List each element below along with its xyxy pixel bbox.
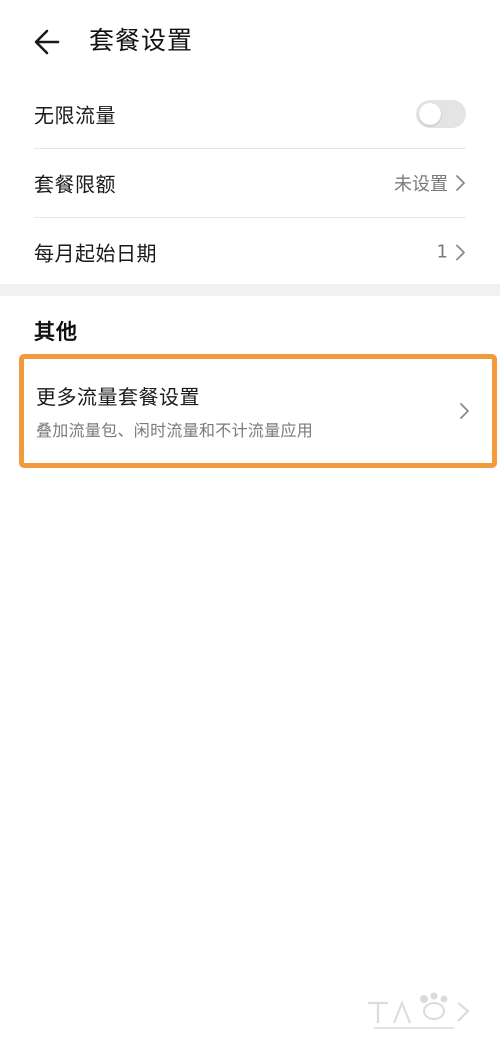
more-plan-settings-subtitle: 叠加流量包、闲时流量和不计流量应用 [36, 421, 314, 440]
more-plan-settings-title: 更多流量套餐设置 [36, 385, 200, 409]
plan-settings-screen: 套餐设置 无限流量 套餐限额 未设置 每月起始日期 1 其他 更多流量套餐设置 … [0, 0, 500, 1047]
toggle-knob [419, 103, 441, 125]
watermark-logo-icon [368, 992, 470, 1029]
unlimited-data-label: 无限流量 [34, 103, 116, 128]
back-button[interactable] [28, 24, 68, 60]
unlimited-data-toggle[interactable] [416, 100, 466, 128]
more-plan-settings-row[interactable]: 更多流量套餐设置 叠加流量包、闲时流量和不计流量应用 [19, 354, 497, 468]
unlimited-data-row[interactable]: 无限流量 [34, 80, 466, 148]
plan-limit-row[interactable]: 套餐限额 未设置 [34, 148, 466, 217]
monthly-start-date-value: 1 [436, 241, 448, 263]
unlimited-data-control [416, 100, 466, 128]
plan-limit-value-group: 未设置 [394, 170, 466, 196]
monthly-start-date-label: 每月起始日期 [34, 241, 157, 266]
plan-settings-list: 无限流量 套餐限额 未设置 每月起始日期 1 [0, 80, 500, 286]
arrow-left-icon [34, 29, 60, 55]
monthly-start-date-value-group: 1 [437, 242, 466, 263]
page-title: 套餐设置 [89, 26, 194, 55]
plan-limit-label: 套餐限额 [34, 172, 116, 197]
top-bar: 套餐设置 [0, 0, 500, 82]
chevron-right-icon [460, 403, 469, 419]
more-plan-settings-chevron [458, 401, 470, 425]
section-divider [0, 284, 500, 296]
monthly-start-date-row[interactable]: 每月起始日期 1 [34, 217, 466, 286]
others-section-title: 其他 [34, 320, 78, 344]
chevron-right-icon [456, 244, 465, 260]
plan-limit-value: 未设置 [394, 174, 448, 195]
chevron-right-icon [456, 175, 465, 191]
